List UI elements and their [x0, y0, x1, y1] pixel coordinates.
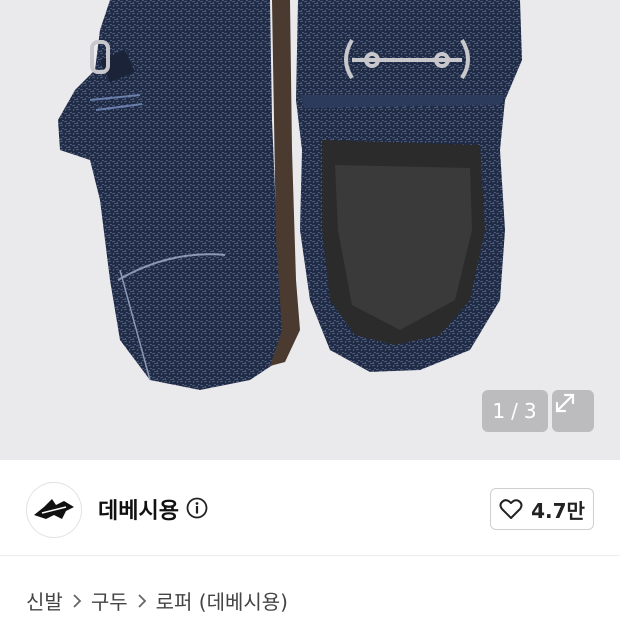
bird-logo-icon — [34, 499, 74, 519]
expand-button[interactable] — [552, 390, 594, 432]
breadcrumb-item-loafers[interactable]: 로퍼 (데베시용) — [156, 586, 288, 615]
product-image-gallery[interactable]: 1 / 3 — [0, 0, 620, 460]
chevron-right-icon — [137, 593, 147, 609]
breadcrumb: 신발 구두 로퍼 (데베시용) — [26, 586, 288, 615]
counter-total: 3 — [523, 399, 538, 423]
counter-separator: / — [511, 399, 519, 423]
shop-info-row: 데베시용 4.7만 — [0, 460, 620, 556]
like-button[interactable]: 4.7만 — [490, 488, 594, 530]
chevron-right-icon — [72, 593, 82, 609]
shop-name[interactable]: 데베시용 — [98, 493, 179, 525]
breadcrumb-item-dress-shoes[interactable]: 구두 — [91, 586, 128, 615]
counter-current: 1 — [492, 399, 507, 423]
image-counter: 1 / 3 — [482, 390, 548, 432]
info-icon[interactable] — [186, 497, 208, 523]
breadcrumb-item-shoes[interactable]: 신발 — [26, 586, 63, 615]
avatar[interactable] — [26, 482, 82, 538]
expand-icon — [555, 393, 575, 413]
like-count: 4.7만 — [531, 498, 585, 523]
heart-icon — [499, 499, 523, 519]
